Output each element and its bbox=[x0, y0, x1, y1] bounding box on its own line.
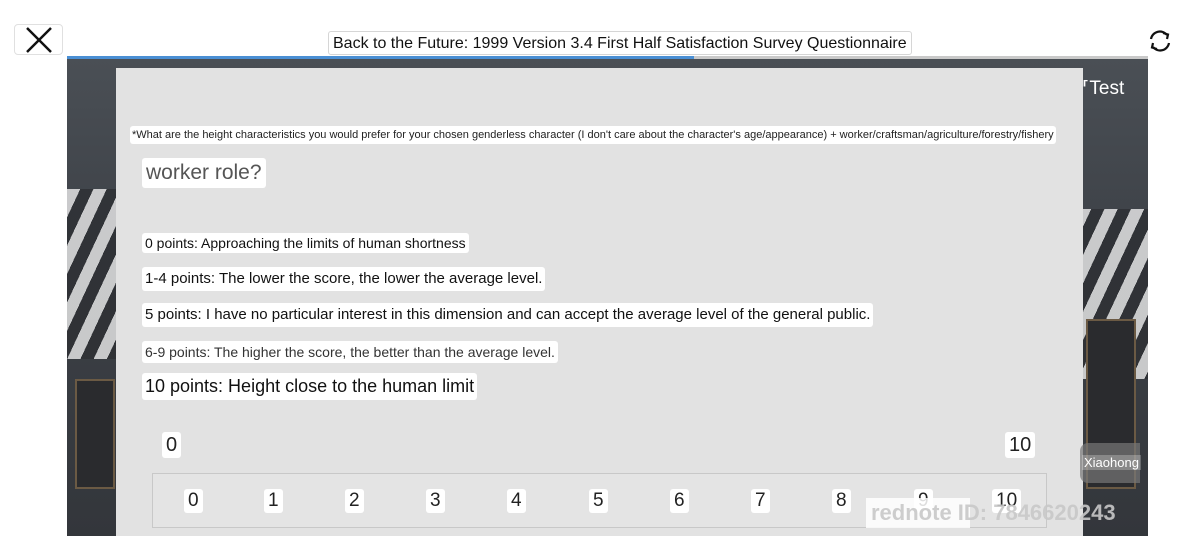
window-left bbox=[75, 379, 115, 489]
description-10-points: 10 points: Height close to the human lim… bbox=[142, 373, 478, 400]
scale-max-label: 10 bbox=[1005, 432, 1036, 458]
close-icon bbox=[25, 26, 52, 53]
scale-option-4[interactable]: 4 bbox=[507, 489, 526, 513]
survey-title: Back to the Future: 1999 Version 3.4 Fir… bbox=[328, 31, 912, 55]
scale-option-2[interactable]: 2 bbox=[345, 489, 364, 513]
description-0-points: 0 points: Approaching the limits of huma… bbox=[142, 233, 469, 253]
close-button[interactable] bbox=[14, 24, 63, 55]
question-text-continued: worker role? bbox=[142, 158, 266, 188]
scale-option-7[interactable]: 7 bbox=[751, 489, 770, 513]
refresh-icon bbox=[1149, 30, 1171, 52]
question-text: *What are the height characteristics you… bbox=[130, 126, 1056, 144]
scale-option-5[interactable]: 5 bbox=[589, 489, 608, 513]
scale-option-1[interactable]: 1 bbox=[264, 489, 283, 513]
awning-left bbox=[67, 189, 117, 359]
description-5-points: 5 points: I have no particular interest … bbox=[142, 303, 874, 327]
scale-option-8[interactable]: 8 bbox=[832, 489, 851, 513]
description-6-9-points: 6-9 points: The higher the score, the be… bbox=[142, 341, 558, 363]
side-bubble-label: Xiaohong bbox=[1082, 455, 1141, 470]
description-1-4-points: 1-4 points: The lower the score, the low… bbox=[142, 267, 546, 291]
scale-option-6[interactable]: 6 bbox=[670, 489, 689, 513]
top-bar: Back to the Future: 1999 Version 3.4 Fir… bbox=[0, 0, 1200, 58]
scale-option-0[interactable]: 0 bbox=[184, 489, 203, 513]
scale-option-3[interactable]: 3 bbox=[426, 489, 445, 513]
scale-min-label: 0 bbox=[162, 432, 182, 458]
test-label: ⸢Test bbox=[1082, 78, 1125, 99]
watermark: rednote ID: 7846620243 bbox=[871, 500, 1116, 525]
refresh-button[interactable] bbox=[1142, 24, 1178, 58]
